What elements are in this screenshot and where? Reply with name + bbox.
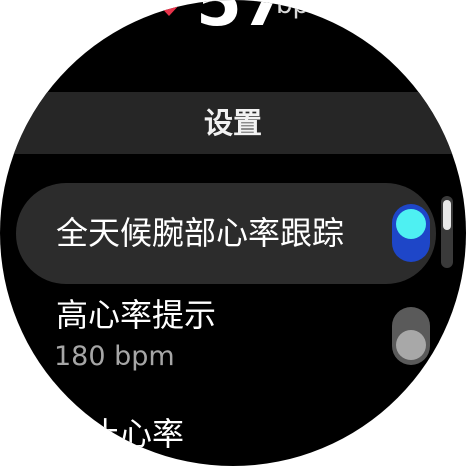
high-hr-alert-toggle[interactable] [392, 307, 430, 365]
heart-icon [154, 0, 184, 16]
all-day-hr-toggle[interactable] [392, 204, 430, 262]
watch-screen: 57 bpm 设置 全天候腕部心率跟踪 高心率提示 180 bpm 静止心率 [0, 0, 466, 466]
setting-label: 静止心率 [56, 415, 185, 453]
settings-header: 设置 [0, 92, 466, 154]
scrollbar-thumb[interactable] [443, 200, 451, 230]
toggle-knob [396, 330, 426, 360]
setting-label: 全天候腕部心率跟踪 [56, 214, 345, 252]
setting-resting-hr[interactable]: 静止心率 [16, 412, 436, 466]
heart-rate-value: 57 [196, 0, 287, 41]
heart-rate-unit: bpm [276, 0, 335, 20]
setting-high-hr-alert[interactable]: 高心率提示 180 bpm [16, 295, 436, 385]
scrollbar[interactable] [441, 196, 453, 268]
toggle-knob [396, 209, 426, 239]
setting-all-day-wrist-hr[interactable]: 全天候腕部心率跟踪 [16, 183, 436, 284]
setting-label: 高心率提示 [56, 296, 217, 334]
page-title: 设置 [203, 106, 262, 140]
high-hr-threshold: 180 bpm [54, 341, 175, 372]
